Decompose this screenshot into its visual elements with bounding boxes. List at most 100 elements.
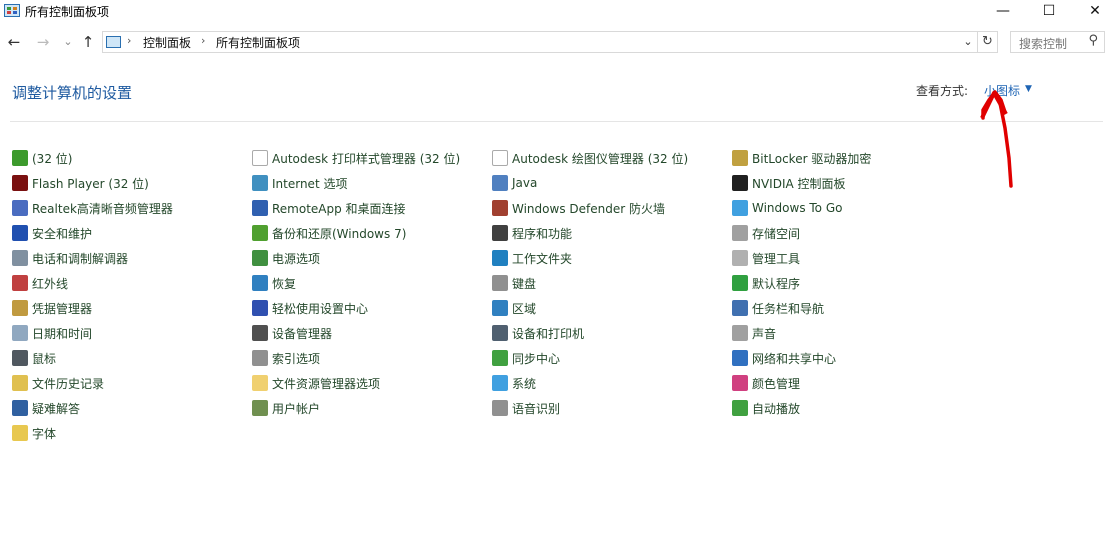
control-panel-item[interactable]: 系统 xyxy=(492,373,536,393)
control-panel-item[interactable]: 颜色管理 xyxy=(732,373,800,393)
chevron-down-icon[interactable]: ▼ xyxy=(1025,84,1032,94)
control-panel-item[interactable]: 电源选项 xyxy=(252,248,320,268)
control-panel-item[interactable]: 区域 xyxy=(492,298,536,318)
control-panel-item[interactable]: 网络和共享中心 xyxy=(732,348,836,368)
breadcrumb-separator[interactable]: › xyxy=(127,34,131,47)
control-panel-item[interactable]: Windows To Go xyxy=(732,198,842,218)
refresh-button[interactable]: ↻ xyxy=(978,31,998,53)
item-label: 凭据管理器 xyxy=(32,301,93,316)
item-label: 键盘 xyxy=(512,276,537,291)
control-panel-item[interactable]: (32 位) xyxy=(12,148,72,168)
item-label: 程序和功能 xyxy=(512,226,573,241)
sync-center-icon xyxy=(492,350,508,366)
control-panel-item[interactable]: 恢复 xyxy=(252,273,296,293)
control-panel-item[interactable]: 设备和打印机 xyxy=(492,323,584,343)
color-management-icon xyxy=(732,375,748,391)
control-panel-item[interactable]: Autodesk 打印样式管理器 (32 位) xyxy=(252,148,460,168)
close-button[interactable]: ✕ xyxy=(1072,0,1105,22)
control-panel-item[interactable]: 管理工具 xyxy=(732,248,800,268)
breadcrumb-all-items[interactable]: 所有控制面板项 xyxy=(216,34,300,51)
search-input[interactable]: 搜索控制 ⚲ xyxy=(1010,31,1105,53)
taskbar-icon xyxy=(732,300,748,316)
item-label: 网络和共享中心 xyxy=(752,351,837,366)
address-bar[interactable]: › 控制面板 › 所有控制面板项 ⌄ xyxy=(102,31,978,53)
maximize-button[interactable]: ☐ xyxy=(1026,0,1072,22)
control-panel-item[interactable]: 程序和功能 xyxy=(492,223,572,243)
forward-button[interactable]: → xyxy=(33,31,53,53)
item-label: 用户帐户 xyxy=(272,401,321,416)
realtek-audio-icon xyxy=(12,200,28,216)
control-panel-item[interactable]: 凭据管理器 xyxy=(12,298,92,318)
item-label: Autodesk 打印样式管理器 (32 位) xyxy=(272,151,461,166)
control-panel-item[interactable]: 同步中心 xyxy=(492,348,560,368)
item-label: RemoteApp 和桌面连接 xyxy=(272,201,406,216)
control-panel-item[interactable]: 索引选项 xyxy=(252,348,320,368)
document-icon xyxy=(492,150,508,166)
back-button[interactable]: ← xyxy=(4,31,24,53)
flash-player-icon xyxy=(12,175,28,191)
control-panel-item[interactable]: 自动播放 xyxy=(732,398,800,418)
control-panel-item[interactable]: 用户帐户 xyxy=(252,398,320,418)
control-panel-item[interactable]: Internet 选项 xyxy=(252,173,347,193)
item-label: Flash Player (32 位) xyxy=(32,176,149,191)
control-panel-item[interactable]: Flash Player (32 位) xyxy=(12,173,149,193)
address-dropdown-button[interactable]: ⌄ xyxy=(959,32,977,52)
control-panel-item[interactable]: NVIDIA 控制面板 xyxy=(732,173,846,193)
control-panel-item[interactable]: Java xyxy=(492,173,537,193)
control-panel-item[interactable]: 轻松使用设置中心 xyxy=(252,298,368,318)
breadcrumb-separator[interactable]: › xyxy=(201,34,205,47)
infrared-icon xyxy=(12,275,28,291)
control-panel-item[interactable]: 默认程序 xyxy=(732,273,800,293)
control-panel-item[interactable]: 语音识别 xyxy=(492,398,560,418)
recovery-icon xyxy=(252,275,268,291)
item-label: 安全和维护 xyxy=(32,226,93,241)
window-title: 所有控制面板项 xyxy=(25,5,110,19)
power-options-icon xyxy=(252,250,268,266)
control-panel-item[interactable]: 疑难解答 xyxy=(12,398,80,418)
control-panel-item[interactable]: 文件历史记录 xyxy=(12,373,104,393)
view-by-label: 查看方式: xyxy=(916,84,969,98)
control-panel-item[interactable]: 备份和还原(Windows 7) xyxy=(252,223,406,243)
control-panel-item[interactable]: 声音 xyxy=(732,323,776,343)
control-panel-item[interactable]: 工作文件夹 xyxy=(492,248,572,268)
item-label: 红外线 xyxy=(32,276,69,291)
control-panel-item[interactable]: 设备管理器 xyxy=(252,323,332,343)
control-panel-item[interactable]: 文件资源管理器选项 xyxy=(252,373,380,393)
control-panel-item[interactable]: 红外线 xyxy=(12,273,68,293)
mouse-icon xyxy=(12,350,28,366)
item-label: Windows To Go xyxy=(752,201,843,215)
control-panel-icon xyxy=(4,4,20,17)
phone-modem-icon xyxy=(12,250,28,266)
storage-spaces-icon xyxy=(732,225,748,241)
minimize-button[interactable]: — xyxy=(980,0,1026,22)
admin-tools-icon xyxy=(732,250,748,266)
control-panel-item[interactable]: Autodesk 绘图仪管理器 (32 位) xyxy=(492,148,688,168)
item-label: 电源选项 xyxy=(272,251,321,266)
device-manager-icon xyxy=(252,325,268,341)
control-panel-item[interactable]: Realtek高清晰音频管理器 xyxy=(12,198,173,218)
item-label: 设备管理器 xyxy=(272,326,333,341)
item-label: NVIDIA 控制面板 xyxy=(752,176,846,191)
search-icon[interactable]: ⚲ xyxy=(1088,33,1098,48)
ease-of-access-icon xyxy=(252,300,268,316)
control-panel-item[interactable]: BitLocker 驱动器加密 xyxy=(732,148,871,168)
bitlocker-icon xyxy=(732,150,748,166)
control-panel-item[interactable]: 日期和时间 xyxy=(12,323,92,343)
breadcrumb-control-panel[interactable]: 控制面板 xyxy=(143,34,191,51)
control-panel-item[interactable]: RemoteApp 和桌面连接 xyxy=(252,198,406,218)
control-panel-item[interactable]: 电话和调制解调器 xyxy=(12,248,128,268)
item-label: 颜色管理 xyxy=(752,376,801,391)
up-button[interactable]: ↑ xyxy=(78,31,98,53)
app-32bit-icon xyxy=(12,150,28,166)
control-panel-item[interactable]: 安全和维护 xyxy=(12,223,92,243)
control-panel-item[interactable]: 任务栏和导航 xyxy=(732,298,824,318)
item-label: Autodesk 绘图仪管理器 (32 位) xyxy=(512,151,689,166)
recent-locations-button[interactable]: ⌄ xyxy=(58,31,78,53)
control-panel-item[interactable]: Windows Defender 防火墙 xyxy=(492,198,665,218)
control-panel-item[interactable]: 存储空间 xyxy=(732,223,800,243)
control-panel-item[interactable]: 键盘 xyxy=(492,273,536,293)
item-label: 备份和还原(Windows 7) xyxy=(272,226,407,241)
control-panel-item[interactable]: 鼠标 xyxy=(12,348,56,368)
control-panel-item[interactable]: 字体 xyxy=(12,423,56,443)
item-label: BitLocker 驱动器加密 xyxy=(752,151,872,166)
